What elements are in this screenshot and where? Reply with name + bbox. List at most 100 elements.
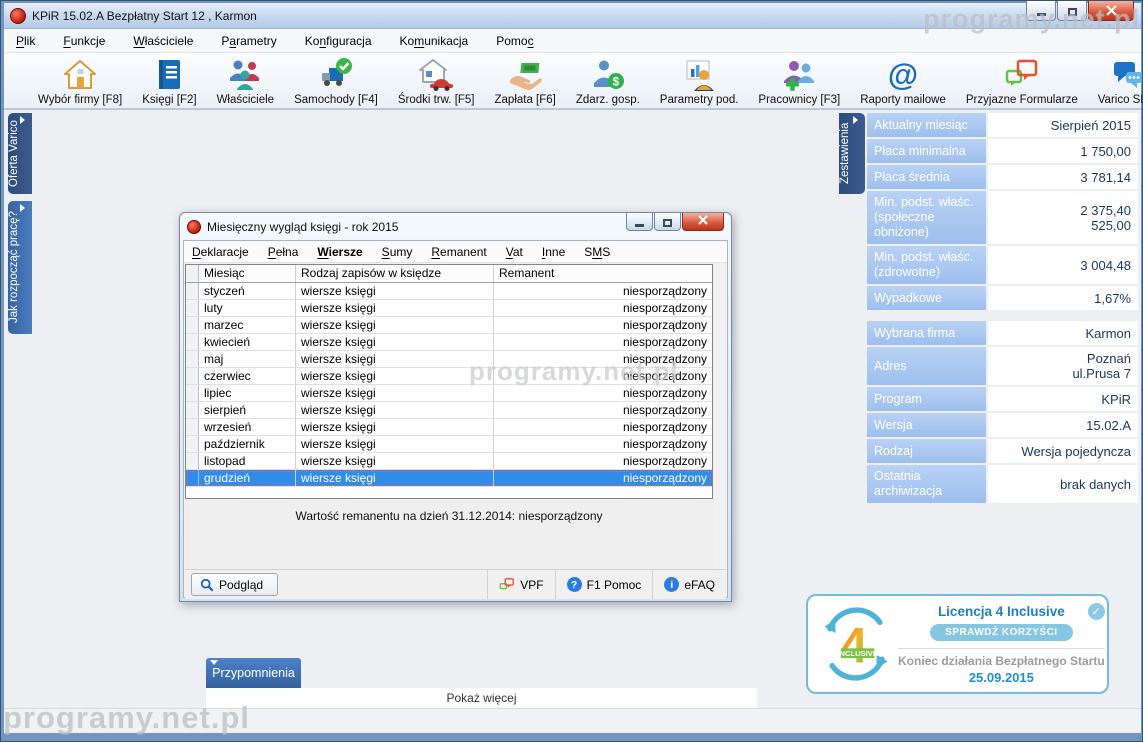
summary-value: KPiR: [988, 387, 1138, 411]
inner-maximize-button[interactable]: [654, 213, 681, 231]
table-row-lipiec[interactable]: lipiecwiersze księginiesporządzony: [186, 385, 712, 402]
menu-item-funkcje[interactable]: Funkcje: [63, 34, 105, 48]
toolbar-button-samochody-f4[interactable]: Samochody [F4]: [284, 56, 388, 107]
toolbar-button-parametry-pod[interactable]: Parametry pod.: [650, 56, 749, 107]
close-button[interactable]: [1088, 1, 1134, 21]
summary-value: Poznań ul.Prusa 7: [988, 347, 1138, 385]
minimize-button[interactable]: [1026, 1, 1056, 21]
table-cell: wiersze księgi: [296, 436, 494, 452]
row-gutter: [186, 283, 199, 299]
table-row-sierpień[interactable]: sierpieńwiersze księginiesporządzony: [186, 402, 712, 419]
toolbar-button-raporty-mailowe[interactable]: @Raporty mailowe: [850, 56, 956, 107]
divider: [898, 648, 1105, 649]
table-cell: lipiec: [199, 385, 296, 401]
table-cell: wiersze księgi: [296, 419, 494, 435]
row-gutter: [186, 470, 199, 486]
svg-text:$: $: [612, 75, 619, 89]
preview-label: Podgląd: [219, 578, 263, 592]
toolbar-button-pracownicy-f3[interactable]: Pracownicy [F3]: [748, 56, 850, 107]
tab-jak-rozpoczac-prace[interactable]: Jak rozpocząć pracę?: [8, 201, 32, 334]
summary-label: Wybrana firma: [867, 321, 986, 345]
table-row-luty[interactable]: lutywiersze księginiesporządzony: [186, 300, 712, 317]
title-bar[interactable]: KPiR 15.02.A Bezpłatny Start 12 , Karmon: [4, 3, 1141, 29]
table-row-grudzień[interactable]: grudzieńwiersze księginiesporządzony: [186, 470, 712, 487]
table-row-październik[interactable]: październikwiersze księginiesporządzony: [186, 436, 712, 453]
toolbar-button-label: Parametry pod.: [660, 94, 739, 106]
table-row-marzec[interactable]: marzecwiersze księginiesporządzony: [186, 317, 712, 334]
help-label: F1 Pomoc: [587, 578, 642, 592]
table-cell: niesporządzony: [494, 470, 712, 486]
menu-item-parametry[interactable]: Parametry: [221, 34, 276, 48]
maximize-icon: [1068, 8, 1077, 16]
tab-label: Przypomnienia: [212, 666, 295, 680]
menu-item-konfiguracja[interactable]: Konfiguracja: [305, 34, 372, 48]
toolbar: Wybór firmy [F8] Księgi [F2] WłaścicieleSa…: [4, 53, 1141, 110]
maximize-button[interactable]: [1057, 1, 1087, 21]
menu-item-sumy[interactable]: Sumy: [382, 245, 413, 259]
toolbar-button-zapłata-f6[interactable]: Zapłata [F6]: [485, 56, 566, 107]
maximize-icon: [663, 219, 672, 227]
column-header-rodzaj-zapisów-w-księdze[interactable]: Rodzaj zapisów w księdze: [296, 265, 494, 282]
vpf-button[interactable]: VPF: [487, 570, 554, 599]
summary-row-wybrana-firma: Wybrana firmaKarmon: [867, 321, 1138, 345]
summary-value: 2 375,40 525,00: [988, 191, 1138, 244]
summary-value: 1 750,00: [988, 139, 1138, 163]
tab-oferta-varico[interactable]: Oferta Varico: [8, 113, 32, 194]
summary-row-płaca-minimalna: Płaca minimalna1 750,00: [867, 139, 1138, 163]
table-row-maj[interactable]: majwiersze księginiesporządzony: [186, 351, 712, 368]
info-icon: i: [664, 577, 679, 592]
preview-button[interactable]: Podgląd: [191, 573, 278, 596]
menu-item-sms[interactable]: SMS: [584, 245, 610, 259]
table-row-wrzesień[interactable]: wrzesieńwiersze księginiesporządzony: [186, 419, 712, 436]
toolbar-button-właściciele[interactable]: Właściciele: [207, 56, 285, 107]
toolbar-button-księgi-f2[interactable]: Księgi [F2]: [132, 56, 206, 107]
check-benefits-button[interactable]: SPRAWDŹ KORZYŚCI: [930, 624, 1072, 641]
table-cell: niesporządzony: [494, 317, 712, 333]
table-row-styczeń[interactable]: styczeńwiersze księginiesporządzony: [186, 283, 712, 300]
table-cell: wiersze księgi: [296, 283, 494, 299]
show-more-bar[interactable]: Pokaż więcej: [206, 688, 757, 708]
menu-item-właściciele[interactable]: Właściciele: [133, 34, 193, 48]
menu-item-plik[interactable]: Plik: [16, 34, 35, 48]
column-header-remanent[interactable]: Remanent: [494, 265, 712, 282]
tab-przypomnienia[interactable]: Przypomnienia: [206, 658, 301, 688]
license-box: 4 INCLUSIVE ✓ Licencja 4 Inclusive SPRAW…: [806, 594, 1109, 694]
minimize-icon: [1037, 13, 1046, 16]
toolbar-button-varico-sms[interactable]: Varico SMS: [1088, 56, 1143, 107]
help-button[interactable]: ? F1 Pomoc: [555, 570, 653, 599]
toolbar-button-label: Wybór firmy [F8]: [38, 94, 122, 106]
menu-item-pomoc[interactable]: Pomoc: [496, 34, 533, 48]
table-row-listopad[interactable]: listopadwiersze księginiesporządzony: [186, 453, 712, 470]
menu-item-komunikacja[interactable]: Komunikacja: [400, 34, 469, 48]
toolbar-button-label: Księgi [F2]: [142, 94, 196, 106]
menu-item-deklaracje[interactable]: Deklaracje: [192, 245, 249, 259]
app-logo-icon: [187, 220, 201, 234]
table-row-kwiecień[interactable]: kwiecieńwiersze księginiesporządzony: [186, 334, 712, 351]
summary-label: Program: [867, 387, 986, 411]
row-gutter: [186, 334, 199, 350]
tab-zestawienia[interactable]: Zestawienia: [839, 113, 865, 194]
menu-item-vat[interactable]: Vat: [506, 245, 523, 259]
speech-bubbles-icon: [1004, 57, 1040, 93]
inner-close-button[interactable]: [682, 213, 724, 231]
summary-row-wersja: Wersja15.02.A: [867, 413, 1138, 437]
menu-item-pełna[interactable]: Pełna: [268, 245, 299, 259]
toolbar-button-przyjazne-formularze[interactable]: Przyjazne Formularze: [956, 56, 1088, 107]
app-logo-icon: [10, 8, 26, 24]
summary-value: 15.02.A: [988, 413, 1138, 437]
row-gutter: [186, 351, 199, 367]
minimize-icon: [635, 224, 644, 227]
toolbar-button-środki-trw-f5[interactable]: Środki trw. [F5]: [388, 56, 485, 107]
toolbar-button-wybór-firmy-f8[interactable]: Wybór firmy [F8]: [28, 56, 132, 107]
summary-label: Min. podst. właśc. (zdrowotne): [867, 246, 986, 284]
menu-item-remanent[interactable]: Remanent: [431, 245, 486, 259]
row-gutter: [186, 368, 199, 384]
table-row-czerwiec[interactable]: czerwiecwiersze księginiesporządzony: [186, 368, 712, 385]
arrow-right-icon: [20, 116, 25, 124]
inner-minimize-button[interactable]: [626, 213, 653, 231]
toolbar-button-zdarz-gosp[interactable]: $Zdarz. gosp.: [566, 56, 650, 107]
menu-item-wiersze[interactable]: Wiersze: [317, 245, 362, 259]
menu-item-inne[interactable]: Inne: [542, 245, 565, 259]
column-header-miesiąc[interactable]: Miesiąc: [199, 265, 296, 282]
efaq-button[interactable]: i eFAQ: [652, 570, 726, 599]
